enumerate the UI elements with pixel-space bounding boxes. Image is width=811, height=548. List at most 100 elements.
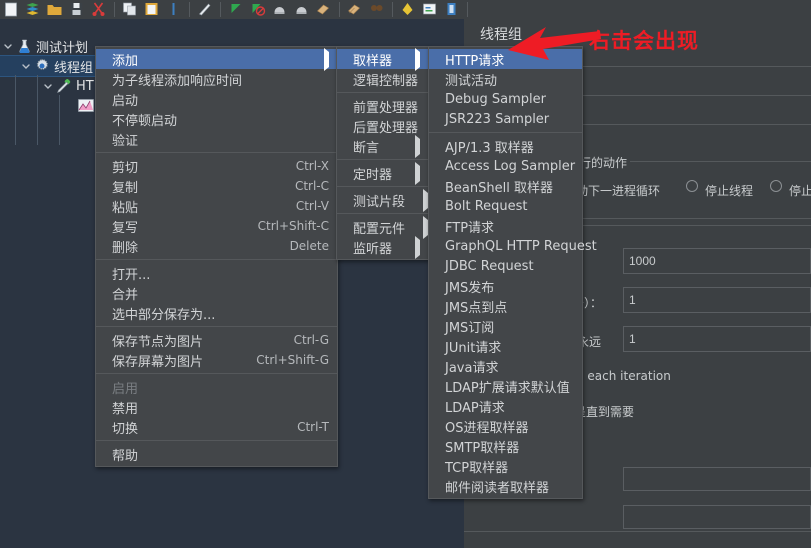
sampler-submenu-item-20[interactable]: SMTP取样器 <box>429 436 582 456</box>
start-no-pause-icon[interactable] <box>249 1 267 18</box>
sampler-submenu-item-13[interactable]: JMS点到点 <box>429 296 582 316</box>
menu-item-label: Bolt Request <box>445 198 528 214</box>
chevron-down-icon[interactable] <box>18 58 34 74</box>
context-menu-item-1[interactable]: 为子线程添加响应时间 <box>96 69 337 89</box>
sampler-submenu-item-21[interactable]: TCP取样器 <box>429 456 582 476</box>
sampler-submenu-item-9[interactable]: FTP请求 <box>429 216 582 236</box>
start-icon[interactable] <box>227 1 245 18</box>
open-icon[interactable] <box>46 1 64 18</box>
gear-icon <box>34 58 50 74</box>
add-submenu-item-3[interactable]: 前置处理器 <box>337 94 442 118</box>
sampler-submenu-item-17[interactable]: LDAP扩展请求默认值 <box>429 376 582 396</box>
radio-stop-thread[interactable] <box>686 180 698 192</box>
shutdown-icon[interactable] <box>293 1 311 18</box>
chevron-down-icon[interactable] <box>0 38 16 54</box>
tree-node-label: 测试计划 <box>36 40 89 56</box>
menu-item-label: BeanShell 取样器 <box>445 180 553 196</box>
search-icon[interactable] <box>368 1 386 18</box>
context-menu-item-3[interactable]: 不停顿启动 <box>96 109 337 129</box>
context-menu-item-9[interactable]: 复写 Ctrl+Shift-C <box>96 216 337 236</box>
sampler-submenu-item-1[interactable]: 测试活动 <box>429 69 582 89</box>
sampler-submenu-item-18[interactable]: LDAP请求 <box>429 396 582 416</box>
context-menu-item-23[interactable]: 帮助 <box>96 444 337 464</box>
ramp-up-input[interactable] <box>623 287 811 313</box>
context-menu-item-17[interactable]: 保存屏幕为图片 Ctrl+Shift-G <box>96 350 337 370</box>
sampler-submenu-item-15[interactable]: JUnit请求 <box>429 336 582 356</box>
sampler-submenu-item-16[interactable]: Java请求 <box>429 356 582 376</box>
context-menu-item-0[interactable]: 添加 <box>96 47 337 71</box>
toolbar-separator <box>392 2 393 17</box>
tree-node-http-request[interactable]: HT <box>40 76 94 96</box>
startup-delay-input[interactable] <box>623 505 811 529</box>
context-menu-item-14[interactable]: 选中部分保存为... <box>96 303 337 323</box>
context-menu-item-4[interactable]: 验证 <box>96 129 337 149</box>
context-menu-item-16[interactable]: 保存节点为图片 Ctrl-G <box>96 330 337 350</box>
add-submenu-item-5[interactable]: 断言 <box>337 134 428 158</box>
context-menu-item-12[interactable]: 打开... <box>96 263 337 283</box>
sampler-submenu-item-10[interactable]: GraphQL HTTP Request <box>429 236 597 256</box>
menu-item-label: 后置处理器 <box>353 120 419 136</box>
copy-icon[interactable] <box>121 1 139 18</box>
context-menu-item-8[interactable]: 粘贴 Ctrl-V <box>96 196 337 216</box>
clear-icon[interactable] <box>315 1 333 18</box>
sampler-submenu-item-2[interactable]: Debug Sampler <box>429 89 582 109</box>
context-menu-item-13[interactable]: 合并 <box>96 283 337 303</box>
help-icon[interactable] <box>443 1 461 18</box>
menu-item-label: 邮件阅读者取样器 <box>445 480 550 496</box>
menu-item-label: 监听器 <box>353 241 393 257</box>
stop-icon[interactable] <box>271 1 289 18</box>
context-menu-item-20[interactable]: 禁用 <box>96 397 337 417</box>
tree-node-graph-results[interactable] <box>62 96 98 116</box>
action-option-label-2[interactable]: 停止 <box>789 182 811 199</box>
sampler-submenu-item-7[interactable]: BeanShell 取样器 <box>429 176 582 196</box>
add-submenu-item-4[interactable]: 后置处理器 <box>337 114 442 138</box>
paste-icon[interactable] <box>143 1 161 18</box>
add-submenu-item-7[interactable]: 定时器 <box>337 161 428 185</box>
cut-icon[interactable] <box>90 1 108 18</box>
add-submenu[interactable]: 取样器 逻辑控制器前置处理器后置处理器 断言定时器测试片段配置元件监听器 <box>336 46 442 260</box>
same-user-checkbox-label[interactable]: n each iteration <box>576 369 671 383</box>
thread-count-input[interactable] <box>623 248 811 274</box>
sampler-submenu-item-6[interactable]: Access Log Sampler <box>429 156 582 176</box>
tree-node-test-plan[interactable]: 测试计划 <box>0 36 88 56</box>
context-menu-item-7[interactable]: 复制 Ctrl-C <box>96 176 337 196</box>
sampler-submenu-item-11[interactable]: JDBC Request <box>429 256 582 276</box>
templates-icon[interactable] <box>24 1 42 18</box>
add-submenu-item-9[interactable]: 测试片段 <box>337 188 429 212</box>
new-icon[interactable] <box>2 1 20 18</box>
context-menu-item-10[interactable]: 删除 Delete <box>96 236 337 256</box>
sampler-submenu-item-5[interactable]: AJP/1.3 取样器 <box>429 136 582 156</box>
sampler-submenu[interactable]: HTTP请求 测试活动 Debug Sampler JSR223 Sampler AJP… <box>428 46 597 499</box>
chevron-down-icon[interactable] <box>40 78 56 94</box>
save-icon[interactable] <box>68 1 86 18</box>
expand-icon[interactable] <box>165 1 183 18</box>
tree-node-thread-group[interactable]: 线程组 <box>18 56 93 76</box>
clear-all-icon[interactable] <box>346 1 364 18</box>
loop-count-input[interactable] <box>623 326 811 352</box>
action-option-label-1[interactable]: 停止线程 <box>705 182 753 199</box>
sampler-submenu-item-22[interactable]: 邮件阅读者取样器 <box>429 476 582 496</box>
add-submenu-item-0[interactable]: 取样器 <box>337 47 428 71</box>
node-context-menu[interactable]: 添加 为子线程添加响应时间 启动 不停顿启动 验证剪切 Ctrl-X 复制 Ctrl-C 粘贴 C… <box>95 46 338 467</box>
sampler-submenu-item-12[interactable]: JMS发布 <box>429 276 582 296</box>
context-menu-item-6[interactable]: 剪切 Ctrl-X <box>96 156 337 176</box>
menu-item-label: 禁用 <box>112 401 139 417</box>
search-reset-icon[interactable] <box>399 1 417 18</box>
add-submenu-item-12[interactable]: 监听器 <box>337 235 428 259</box>
sampler-submenu-item-14[interactable]: JMS订阅 <box>429 316 582 336</box>
sampler-submenu-item-8[interactable]: Bolt Request <box>429 196 582 216</box>
toggle-icon[interactable] <box>196 1 214 18</box>
sampler-submenu-item-19[interactable]: OS进程取样器 <box>429 416 582 436</box>
add-submenu-item-11[interactable]: 配置元件 <box>337 215 429 239</box>
menu-separator <box>96 326 337 327</box>
action-option-label-0[interactable]: 动下一进程循环 <box>576 182 660 199</box>
delay-thread-checkbox-label[interactable]: 呈直到需要 <box>574 403 634 420</box>
pipette-icon <box>56 78 72 94</box>
sampler-submenu-item-3[interactable]: JSR223 Sampler <box>429 109 582 129</box>
function-helper-icon[interactable] <box>421 1 439 18</box>
add-submenu-item-1[interactable]: 逻辑控制器 <box>337 67 442 91</box>
context-menu-item-2[interactable]: 启动 <box>96 89 337 109</box>
radio-stop-test[interactable] <box>770 180 782 192</box>
duration-input[interactable] <box>623 467 811 491</box>
context-menu-item-21[interactable]: 切换 Ctrl-T <box>96 417 337 437</box>
